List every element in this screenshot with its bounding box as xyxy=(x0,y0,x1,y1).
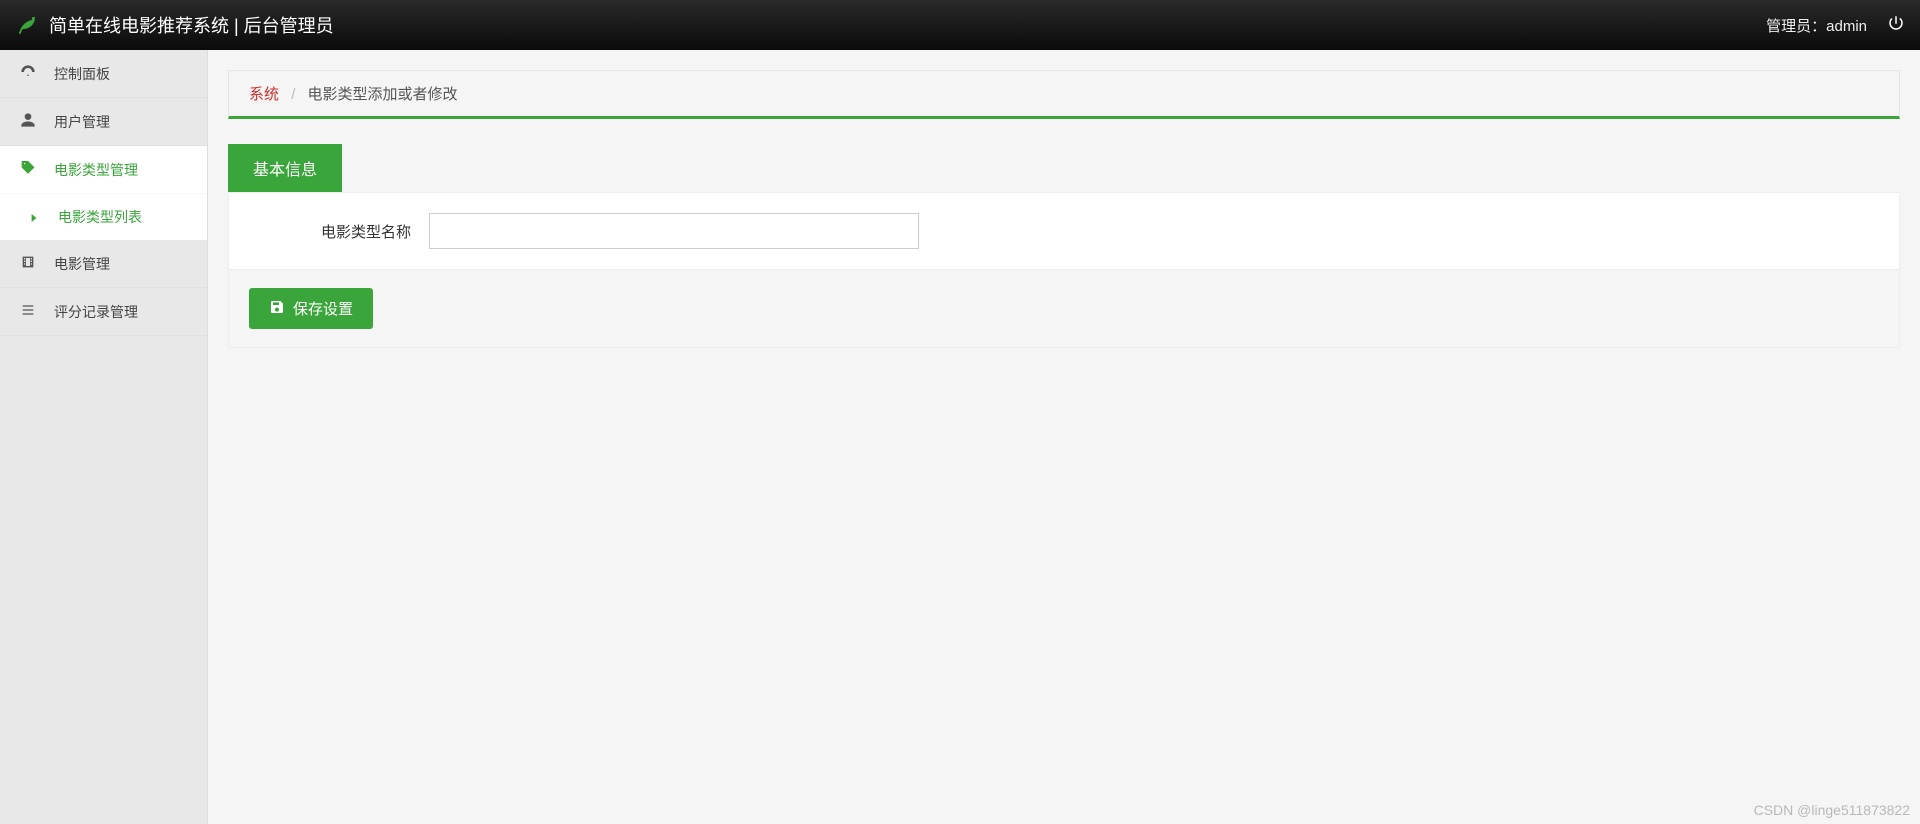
top-navbar: 简单在线电影推荐系统 | 后台管理员 管理员：admin xyxy=(0,0,1920,50)
breadcrumb-current: 电影类型添加或者修改 xyxy=(308,86,458,103)
sidebar-subitem-label: 电影类型列表 xyxy=(58,207,142,227)
sidebar-item-users[interactable]: 用户管理 xyxy=(0,98,207,146)
tab-strip: 基本信息 xyxy=(228,144,1900,192)
breadcrumb: 系统 / 电影类型添加或者修改 xyxy=(228,70,1900,119)
sidebar-item-label: 用户管理 xyxy=(54,112,110,132)
main-content: 系统 / 电影类型添加或者修改 基本信息 电影类型名称 保存设置 xyxy=(208,50,1920,824)
sidebar-subitem-movie-type-list[interactable]: 电影类型列表 xyxy=(0,194,207,240)
leaf-icon xyxy=(15,12,39,39)
navbar-brand: 简单在线电影推荐系统 | 后台管理员 xyxy=(15,12,334,39)
tab-basic-info[interactable]: 基本信息 xyxy=(228,144,342,192)
type-name-label: 电影类型名称 xyxy=(259,221,429,242)
sidebar-item-ratings[interactable]: 评分记录管理 xyxy=(0,288,207,336)
chevron-right-icon xyxy=(30,209,38,225)
type-name-input[interactable] xyxy=(429,213,919,249)
save-button[interactable]: 保存设置 xyxy=(249,288,373,329)
user-icon xyxy=(20,112,36,131)
tag-icon xyxy=(20,160,36,179)
power-icon[interactable] xyxy=(1887,14,1905,36)
sidebar-item-dashboard[interactable]: 控制面板 xyxy=(0,50,207,98)
sidebar-item-label: 控制面板 xyxy=(54,64,110,84)
save-button-label: 保存设置 xyxy=(293,298,353,319)
sidebar-item-label: 评分记录管理 xyxy=(54,302,138,322)
film-icon xyxy=(20,254,36,273)
action-bar: 保存设置 xyxy=(228,270,1900,348)
breadcrumb-separator: / xyxy=(291,86,295,103)
dashboard-icon xyxy=(20,64,36,83)
sidebar-item-movie-type[interactable]: 电影类型管理 xyxy=(0,146,207,194)
sidebar-item-label: 电影管理 xyxy=(54,254,110,274)
sidebar: 控制面板 用户管理 电影类型管理 电影类型列表 xyxy=(0,50,208,824)
admin-info[interactable]: 管理员：admin xyxy=(1766,15,1867,36)
app-title: 简单在线电影推荐系统 | 后台管理员 xyxy=(49,12,334,38)
navbar-right: 管理员：admin xyxy=(1766,14,1905,36)
sidebar-item-label: 电影类型管理 xyxy=(54,160,138,180)
form-row-type-name: 电影类型名称 xyxy=(229,213,1899,249)
form-panel: 电影类型名称 xyxy=(228,192,1900,270)
sidebar-item-movies[interactable]: 电影管理 xyxy=(0,240,207,288)
breadcrumb-root[interactable]: 系统 xyxy=(249,86,279,103)
list-icon xyxy=(20,302,36,321)
save-icon xyxy=(269,299,285,319)
